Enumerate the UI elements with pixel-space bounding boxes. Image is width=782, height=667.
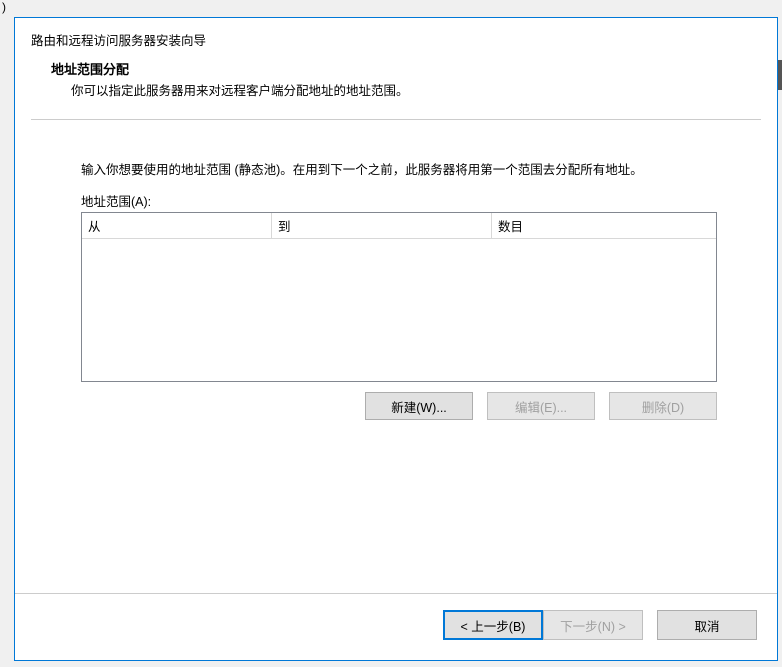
table-header: 从 到 数目 [82, 213, 716, 239]
back-button[interactable]: < 上一步(B) [443, 610, 543, 640]
parent-window-fragment: ) [0, 0, 8, 14]
instruction-text: 输入你想要使用的地址范围 (静态池)。在用到下一个之前，此服务器将用第一个范围去… [81, 160, 717, 181]
column-header-count[interactable]: 数目 [492, 213, 716, 239]
new-button[interactable]: 新建(W)... [365, 392, 473, 420]
edit-button: 编辑(E)... [487, 392, 595, 420]
content-area: 输入你想要使用的地址范围 (静态池)。在用到下一个之前，此服务器将用第一个范围去… [15, 136, 777, 593]
delete-button: 删除(D) [609, 392, 717, 420]
address-range-table[interactable]: 从 到 数目 [81, 212, 717, 382]
footer-section: < 上一步(B) 下一步(N) > 取消 [15, 593, 777, 660]
background-strip [778, 60, 782, 90]
page-subheading: 你可以指定此服务器用来对远程客户端分配地址的地址范围。 [31, 82, 761, 101]
header-section: 地址范围分配 你可以指定此服务器用来对远程客户端分配地址的地址范围。 [15, 53, 777, 136]
action-button-row: 新建(W)... 编辑(E)... 删除(D) [81, 392, 717, 420]
page-heading: 地址范围分配 [31, 59, 761, 78]
cancel-button[interactable]: 取消 [657, 610, 757, 640]
range-label: 地址范围(A): [81, 191, 717, 210]
column-header-to[interactable]: 到 [272, 213, 492, 239]
dialog-title: 路由和远程访问服务器安装向导 [15, 18, 777, 53]
column-header-from[interactable]: 从 [82, 213, 272, 239]
table-body[interactable] [82, 239, 716, 381]
next-button: 下一步(N) > [543, 610, 643, 640]
wizard-dialog: 路由和远程访问服务器安装向导 地址范围分配 你可以指定此服务器用来对远程客户端分… [14, 17, 778, 661]
header-divider [31, 119, 761, 120]
nav-pair: < 上一步(B) 下一步(N) > [443, 610, 643, 640]
